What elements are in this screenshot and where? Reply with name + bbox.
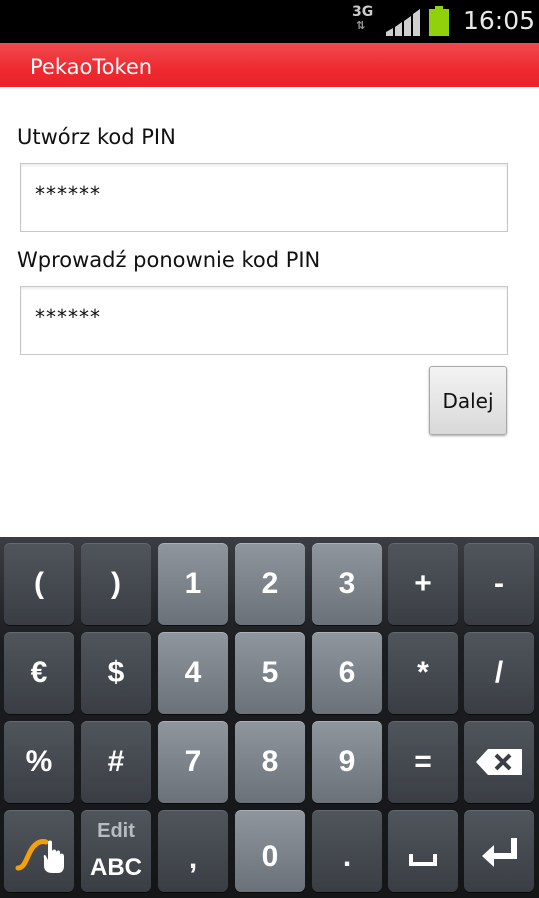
next-button[interactable]: Dalej: [429, 366, 507, 435]
key-equals[interactable]: =: [388, 721, 458, 803]
abc-label: ABC: [90, 854, 142, 881]
signal-icon: [386, 9, 420, 36]
status-bar: 3G ⇅ 16:05: [0, 0, 539, 43]
key-slash[interactable]: /: [464, 632, 534, 714]
key-7[interactable]: 7: [158, 721, 228, 803]
key-close-paren[interactable]: ): [81, 543, 151, 625]
numeric-keyboard: ( ) 1 2 3 + - € $ 4 5 6 * / % # 7 8 9 = …: [0, 537, 539, 898]
key-euro[interactable]: €: [4, 632, 74, 714]
key-3[interactable]: 3: [312, 543, 382, 625]
key-hash[interactable]: #: [81, 721, 151, 803]
key-open-paren[interactable]: (: [4, 543, 74, 625]
key-period[interactable]: .: [312, 810, 382, 892]
data-arrows-icon: ⇅: [356, 19, 366, 32]
key-plus[interactable]: +: [388, 543, 458, 625]
app-title-bar: PekaoToken: [0, 43, 539, 87]
clock: 16:05: [463, 6, 536, 35]
confirm-pin-input[interactable]: ******: [20, 286, 508, 355]
pin-label: Utwórz kod PIN: [17, 125, 176, 149]
battery-icon: [429, 6, 449, 36]
confirm-pin-input-value: ******: [35, 305, 101, 329]
key-5[interactable]: 5: [235, 632, 305, 714]
swype-key[interactable]: [4, 810, 74, 892]
key-minus[interactable]: -: [464, 543, 534, 625]
key-percent[interactable]: %: [4, 721, 74, 803]
pin-input-value: ******: [35, 182, 101, 206]
pin-input[interactable]: ******: [20, 163, 508, 232]
key-asterisk[interactable]: *: [388, 632, 458, 714]
key-9[interactable]: 9: [312, 721, 382, 803]
key-1[interactable]: 1: [158, 543, 228, 625]
key-comma[interactable]: ,: [158, 810, 228, 892]
enter-key[interactable]: [464, 810, 534, 892]
space-key[interactable]: [388, 810, 458, 892]
app-title: PekaoToken: [30, 55, 153, 79]
swype-icon: [15, 839, 64, 873]
network-type: 3G: [352, 4, 374, 20]
network-indicator: 3G ⇅: [352, 5, 373, 33]
key-6[interactable]: 6: [312, 632, 382, 714]
backspace-key[interactable]: [464, 721, 534, 803]
backspace-icon: [476, 749, 522, 775]
key-8[interactable]: 8: [235, 721, 305, 803]
key-dollar[interactable]: $: [81, 632, 151, 714]
key-4[interactable]: 4: [158, 632, 228, 714]
confirm-pin-label: Wprowadź ponownie kod PIN: [17, 248, 321, 272]
space-icon: [409, 854, 437, 866]
edit-label: Edit: [97, 820, 135, 842]
key-2[interactable]: 2: [235, 543, 305, 625]
key-0[interactable]: 0: [235, 810, 305, 892]
abc-mode-key[interactable]: Edit ABC: [81, 810, 151, 892]
enter-icon: [482, 838, 517, 867]
